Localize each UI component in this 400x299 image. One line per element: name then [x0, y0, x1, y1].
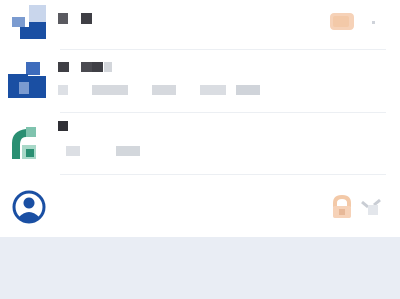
redacted-subtitle — [200, 85, 226, 95]
user-circle-icon — [12, 190, 46, 224]
list-item[interactable] — [0, 50, 400, 113]
redacted-subtitle — [58, 85, 68, 95]
redacted-subtitle — [152, 85, 176, 95]
list-item[interactable] — [0, 175, 400, 237]
app-logo-blue-icon — [12, 5, 46, 39]
list-item[interactable] — [0, 113, 400, 175]
empty-area — [0, 237, 400, 299]
redacted-title — [92, 62, 103, 72]
redacted-title — [81, 13, 92, 24]
redacted-subtitle — [92, 85, 128, 95]
redacted-subtitle — [236, 85, 260, 95]
redacted-title — [104, 62, 112, 72]
list-item[interactable] — [0, 0, 400, 50]
app-logo-blue-icon — [8, 62, 46, 98]
redacted-title — [58, 13, 68, 24]
chevron-icon — [360, 197, 382, 217]
app-logo-green-icon — [8, 125, 38, 159]
badge-icon — [330, 13, 356, 31]
redacted-subtitle — [66, 146, 80, 156]
redacted-subtitle — [116, 146, 140, 156]
redacted-title — [58, 62, 69, 72]
lock-icon — [330, 194, 354, 219]
redacted-title — [81, 62, 92, 72]
redacted-title — [58, 121, 68, 131]
conversation-list — [0, 0, 400, 237]
small-dot — [372, 21, 375, 24]
